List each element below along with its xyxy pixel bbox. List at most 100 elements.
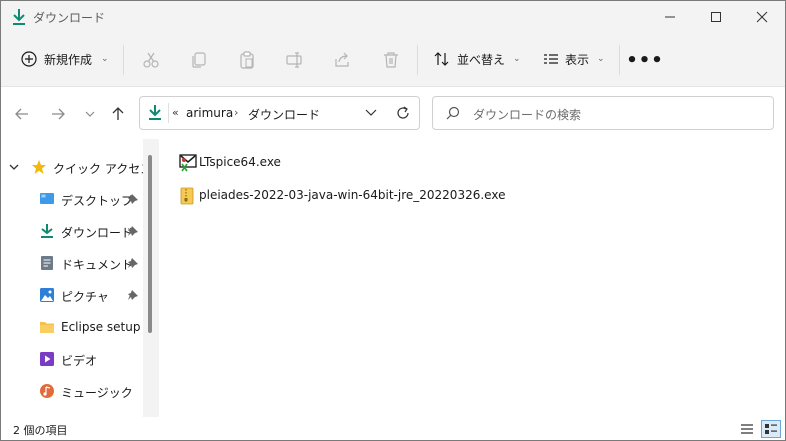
pin-icon [127, 193, 139, 205]
file-list: LTspice64.exe pleiades-2022-03-java-win-… [159, 139, 785, 417]
paste-button[interactable] [231, 45, 263, 75]
pin-icon [127, 225, 139, 237]
up-button[interactable] [105, 101, 131, 127]
download-arrow-icon [11, 8, 27, 26]
copy-icon [192, 52, 206, 68]
search-placeholder: ダウンロードの検索 [473, 108, 582, 122]
cut-button[interactable] [135, 45, 167, 75]
new-button[interactable]: 新規作成 ⌄ [13, 43, 117, 75]
delete-button[interactable] [375, 45, 407, 75]
zip-exe-icon [179, 187, 197, 205]
address-history-button[interactable] [362, 105, 380, 121]
file-name: pleiades-2022-03-java-win-64bit-jre_2022… [199, 188, 506, 202]
ltspice-exe-icon [179, 154, 197, 172]
close-icon [756, 11, 768, 23]
plus-circle-icon [21, 51, 37, 67]
arrow-left-icon [15, 108, 28, 120]
navigation-pane: クイック アクセス デスクトップ ダウンロード ドキュメント ピクチャ Ecli… [1, 139, 159, 417]
sidebar-item-pictures[interactable]: ピクチャ [1, 281, 145, 309]
more-options-button[interactable]: ••• [626, 45, 664, 75]
maximize-button[interactable] [693, 1, 739, 33]
music-icon [39, 383, 55, 399]
sidebar-item-label: デスクトップ [61, 194, 134, 208]
recent-locations-button[interactable] [77, 101, 103, 127]
sidebar-item-label: ピクチャ [61, 290, 109, 304]
sidebar-item-downloads[interactable]: ダウンロード [1, 217, 145, 245]
sidebar-scrollbar-thumb[interactable] [148, 155, 152, 333]
sidebar-item-eclipse-setup[interactable]: Eclipse setup [1, 313, 145, 341]
copy-button[interactable] [183, 45, 215, 75]
divider [168, 103, 169, 123]
download-icon [148, 104, 162, 125]
minimize-button[interactable] [647, 1, 693, 33]
refresh-icon [397, 106, 409, 119]
more-icon: ••• [626, 49, 664, 71]
details-view-icon [741, 424, 753, 434]
title-bar: ダウンロード [1, 1, 785, 33]
back-button[interactable] [9, 101, 35, 127]
share-icon [335, 52, 349, 67]
divider [123, 45, 124, 75]
chevron-down-icon[interactable] [9, 162, 19, 175]
status-bar: 2 個の項目 [1, 417, 785, 440]
download-icon [39, 223, 55, 239]
refresh-button[interactable] [394, 104, 412, 122]
arrow-up-icon [112, 107, 124, 120]
address-bar[interactable]: « arimura › ダウンロード [139, 96, 420, 130]
breadcrumb-separator[interactable]: › [234, 106, 238, 119]
chevron-down-icon [85, 111, 95, 117]
sidebar-item-videos[interactable]: ビデオ [1, 345, 145, 373]
sidebar-item-label: Eclipse setup [61, 320, 141, 334]
minimize-icon [665, 16, 675, 18]
file-item[interactable]: LTspice64.exe [177, 150, 577, 174]
sidebar-item-desktop[interactable]: デスクトップ [1, 185, 145, 213]
cut-icon [143, 52, 159, 68]
sidebar-item-music[interactable]: ミュージック [1, 377, 145, 405]
file-explorer-window: ダウンロード 新規作成 ⌄ 並べ替え ⌄ 表示 ⌄ ••• « arimura … [0, 0, 786, 441]
new-button-label: 新規作成 [44, 52, 93, 67]
details-view-button[interactable] [737, 420, 757, 438]
sidebar-item-label: クイック アクセス [53, 162, 153, 176]
divider [619, 45, 620, 75]
videos-icon [39, 351, 55, 367]
desktop-icon [39, 191, 55, 207]
paste-icon [240, 51, 254, 69]
sidebar-item-quick-access[interactable]: クイック アクセス [1, 153, 152, 181]
documents-icon [39, 255, 55, 271]
rename-button[interactable] [279, 45, 311, 75]
forward-button[interactable] [45, 101, 71, 127]
folder-icon [39, 319, 55, 335]
sidebar-item-label: ドキュメント [61, 258, 134, 272]
delete-icon [384, 52, 398, 68]
pictures-icon [39, 287, 55, 303]
breadcrumb-segment[interactable]: arimura [186, 106, 233, 120]
view-button-label: 表示 [565, 52, 590, 67]
search-icon [445, 105, 461, 124]
share-button[interactable] [327, 45, 359, 75]
breadcrumb-overflow[interactable]: « [172, 106, 179, 119]
sidebar-item-documents[interactable]: ドキュメント [1, 249, 145, 277]
window-title: ダウンロード [33, 11, 106, 25]
arrow-right-icon [52, 108, 65, 120]
search-box[interactable]: ダウンロードの検索 [432, 96, 774, 130]
breadcrumb-segment[interactable]: ダウンロード [248, 106, 320, 123]
view-list-icon [544, 54, 558, 64]
star-icon [31, 159, 47, 178]
file-name: LTspice64.exe [199, 155, 281, 169]
file-item[interactable]: pleiades-2022-03-java-win-64bit-jre_2022… [177, 183, 577, 207]
close-button[interactable] [739, 1, 785, 33]
sort-icon [434, 52, 449, 66]
pin-icon [127, 257, 139, 269]
command-bar: 新規作成 ⌄ 並べ替え ⌄ 表示 ⌄ ••• [1, 33, 785, 87]
tiles-view-icon [765, 424, 777, 434]
sort-button-label: 並べ替え [457, 52, 506, 67]
divider [417, 45, 418, 75]
sidebar-item-label: ダウンロード [61, 226, 134, 240]
view-button[interactable]: 表示 ⌄ [535, 43, 613, 75]
navigation-bar: « arimura › ダウンロード ダウンロードの検索 [1, 87, 785, 139]
item-count: 2 個の項目 [13, 424, 68, 437]
chevron-down-icon [365, 109, 377, 116]
sidebar-item-label: ビデオ [61, 354, 98, 368]
sort-button[interactable]: 並べ替え ⌄ [425, 43, 529, 75]
tiles-view-button[interactable] [761, 420, 781, 438]
